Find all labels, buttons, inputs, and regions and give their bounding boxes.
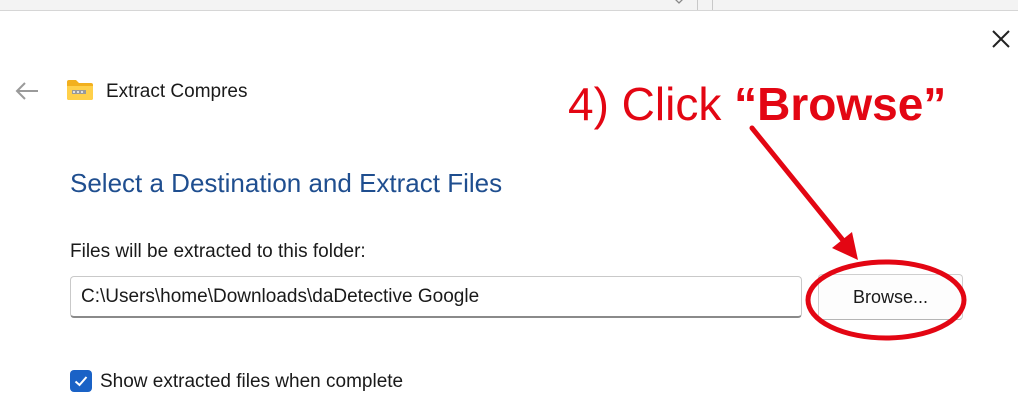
annotation-emphasis: Browse	[757, 78, 924, 130]
show-files-label: Show extracted files when complete	[100, 371, 404, 392]
checkmark-icon	[74, 376, 88, 387]
window-top-strip	[0, 0, 1018, 11]
destination-path-input[interactable]	[70, 276, 802, 318]
annotation-arrow	[749, 125, 849, 247]
close-icon	[992, 30, 1010, 48]
show-files-checkbox[interactable]	[70, 370, 92, 392]
divider	[697, 0, 698, 10]
zip-folder-icon	[67, 80, 93, 100]
back-button[interactable]	[12, 76, 42, 106]
divider	[712, 0, 713, 10]
destination-label: Files will be extracted to this folder:	[70, 241, 366, 262]
page-title: Select a Destination and Extract Files	[70, 168, 503, 198]
annotation-close-quote: ”	[923, 78, 947, 130]
close-button[interactable]	[986, 24, 1016, 54]
annotation-arrowhead	[832, 232, 858, 260]
back-arrow-icon	[15, 82, 38, 100]
browse-button[interactable]: Browse...	[818, 274, 963, 320]
annotation-instruction: 4) Click “Browse”	[568, 76, 946, 132]
annotation-overlay	[749, 125, 967, 341]
annotation-prefix: 4) Click	[568, 78, 735, 130]
window-title: Extract Compres	[106, 81, 248, 102]
annotation-open-quote: “	[734, 78, 758, 130]
chevron-down-icon	[675, 0, 683, 4]
